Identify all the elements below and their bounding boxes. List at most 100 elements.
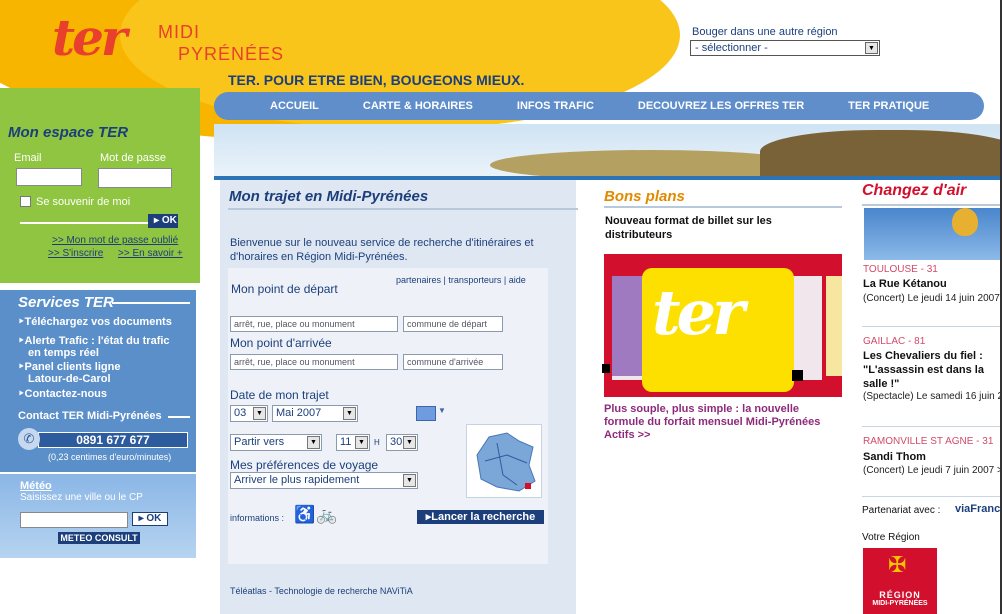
region-select-value: - sélectionner - bbox=[695, 42, 768, 54]
search-button-label: Lancer la recherche bbox=[431, 511, 536, 523]
preferences-label: Mes préférences de voyage bbox=[230, 458, 379, 472]
bons-plans-headline: Nouveau format de billet sur les distrib… bbox=[605, 215, 772, 241]
partner-links[interactable]: partenaires | transporteurs | aide bbox=[396, 275, 526, 285]
divider bbox=[168, 416, 190, 418]
more-info-link[interactable]: >> En savoir + bbox=[118, 248, 183, 259]
event-desc[interactable]: (Spectacle) Le samedi 16 juin 2007 >> bbox=[863, 390, 1000, 403]
preferences-select[interactable]: Arriver le plus rapidement ▼ bbox=[230, 472, 418, 489]
arrival-address-input[interactable]: arrêt, rue, place ou monument bbox=[230, 354, 398, 370]
event-title[interactable]: Les Chevaliers du fiel : "L'assassin est… bbox=[863, 349, 1000, 391]
event-title[interactable]: La Rue Kétanou bbox=[863, 277, 1000, 291]
nav-offres-ter[interactable]: DECOUVREZ LES OFFRES TER bbox=[638, 100, 804, 112]
meteo-ok-button[interactable]: ▸ OK bbox=[132, 512, 168, 526]
service-link-documents[interactable]: ‣Téléchargez vos documents bbox=[18, 316, 172, 328]
logo-midi: MIDI bbox=[158, 22, 200, 42]
espace-title: Mon espace TER bbox=[8, 124, 129, 141]
departure-commune-input[interactable]: commune de départ bbox=[403, 316, 503, 332]
viafrance-logo[interactable]: viaFrance bbox=[955, 503, 1000, 515]
service-link-alerte[interactable]: ‣Alerte Trafic : l'état du trafic bbox=[18, 335, 170, 347]
event-title[interactable]: Sandi Thom bbox=[863, 450, 1000, 464]
date-label: Date de mon trajet bbox=[230, 388, 329, 402]
partner-label: Partenariat avec : bbox=[862, 505, 941, 516]
contact-title: Contact TER Midi-Pyrénées bbox=[18, 410, 162, 422]
chevron-down-icon[interactable]: ▼ bbox=[438, 406, 446, 415]
month-select[interactable]: Mai 2007 ▼ bbox=[272, 405, 358, 422]
meteo-title[interactable]: Météo bbox=[20, 480, 52, 492]
chevron-down-icon: ▼ bbox=[865, 42, 878, 54]
chevron-down-icon: ▼ bbox=[355, 436, 368, 449]
login-ok-button[interactable]: ▸ OK bbox=[148, 214, 178, 228]
service-link-panel[interactable]: ‣Panel clients ligne bbox=[18, 361, 120, 373]
changez-air-title: Changez d'air bbox=[862, 182, 967, 199]
region-map[interactable] bbox=[466, 424, 542, 498]
divider bbox=[862, 496, 1000, 497]
minutes-select[interactable]: 30 ▼ bbox=[386, 434, 418, 451]
service-link-contact[interactable]: ‣Contactez-nous bbox=[18, 388, 107, 400]
service-link-label: Téléchargez vos documents bbox=[24, 316, 172, 328]
nav-accueil[interactable]: ACCUEIL bbox=[270, 100, 319, 112]
region-logo-text: RÉGION bbox=[879, 590, 921, 600]
event-city[interactable]: GAILLAC - 81 bbox=[863, 336, 925, 347]
ticket-stripe-right bbox=[826, 276, 842, 376]
minutes-value: 30 bbox=[390, 436, 403, 448]
map-icon bbox=[476, 432, 536, 492]
email-field[interactable] bbox=[16, 168, 82, 186]
time-mode-select[interactable]: Partir vers ▼ bbox=[230, 434, 322, 451]
banner-grass bbox=[760, 130, 1000, 178]
votre-region-label: Votre Région bbox=[862, 532, 920, 543]
nav-infos-trafic[interactable]: INFOS TRAFIC bbox=[517, 100, 594, 112]
month-value: Mai 2007 bbox=[276, 407, 322, 419]
chevron-down-icon: ▼ bbox=[253, 407, 266, 420]
password-field[interactable] bbox=[98, 168, 172, 188]
main-nav: ACCUEIL CARTE & HORAIRES INFOS TRAFIC DE… bbox=[214, 92, 984, 120]
forgot-password-link[interactable]: >> Mon mot de passe oublié bbox=[52, 235, 178, 246]
nav-carte-horaires[interactable]: CARTE & HORAIRES bbox=[363, 100, 473, 112]
service-link-panel-2[interactable]: Latour-de-Carol bbox=[28, 373, 111, 385]
region-logo-text-2: MIDI-PYRÉNÉES bbox=[872, 600, 928, 607]
divider bbox=[228, 208, 578, 210]
search-button[interactable]: ▸Lancer la recherche bbox=[417, 510, 544, 524]
ter-logo[interactable]: ter bbox=[52, 8, 127, 67]
chevron-down-icon: ▼ bbox=[403, 436, 416, 449]
navitia-footer[interactable]: Téléatlas - Technologie de recherche NAV… bbox=[230, 586, 413, 596]
hour-select[interactable]: 11 ▼ bbox=[336, 434, 370, 451]
bicycle-icon[interactable]: 🚲 bbox=[316, 505, 337, 525]
ticket-mark bbox=[792, 370, 803, 381]
arrival-label: Mon point d'arrivée bbox=[230, 336, 332, 350]
region-label: Bouger dans une autre région bbox=[692, 26, 838, 38]
region-select[interactable]: - sélectionner - ▼ bbox=[690, 40, 880, 56]
ticket-stripe bbox=[612, 276, 646, 376]
day-select[interactable]: 03 ▼ bbox=[230, 405, 268, 422]
calendar-icon[interactable] bbox=[416, 406, 436, 421]
wheelchair-icon[interactable]: ♿ bbox=[294, 505, 315, 525]
slogan: TER. POUR ETRE BIEN, BOUGEONS MIEUX. bbox=[228, 72, 525, 88]
event-desc[interactable]: (Concert) Le jeudi 7 juin 2007 >> bbox=[863, 464, 1000, 477]
meteo-consult-logo[interactable]: METEO CONSULT bbox=[58, 532, 140, 544]
service-link-alerte-2[interactable]: en temps réel bbox=[28, 347, 99, 359]
trajet-title: Mon trajet en Midi-Pyrénées bbox=[229, 188, 429, 205]
arrival-commune-input[interactable]: commune d'arrivée bbox=[403, 354, 503, 370]
services-title: Services TER bbox=[18, 294, 114, 311]
service-link-label: Panel clients ligne bbox=[24, 361, 121, 373]
event-city[interactable]: RAMONVILLE ST AGNE - 31 bbox=[863, 436, 993, 447]
meteo-city-input[interactable] bbox=[20, 512, 128, 528]
occitan-cross-icon: ✠ bbox=[888, 552, 907, 577]
preferences-value: Arriver le plus rapidement bbox=[234, 474, 360, 486]
divider bbox=[862, 204, 1000, 206]
page: ter MIDI PYRÉNÉES TER. POUR ETRE BIEN, B… bbox=[0, 0, 1002, 614]
password-label: Mot de passe bbox=[100, 152, 167, 164]
event-city[interactable]: TOULOUSE - 31 bbox=[863, 264, 938, 275]
phone-cost: (0,23 centimes d'euro/minutes) bbox=[48, 452, 172, 462]
nav-ter-pratique[interactable]: TER PRATIQUE bbox=[848, 100, 929, 112]
service-link-label: Contactez-nous bbox=[24, 388, 108, 400]
hour-separator: H bbox=[374, 438, 380, 447]
signup-link[interactable]: >> S'inscrire bbox=[48, 248, 103, 259]
bons-plans-title: Bons plans bbox=[604, 188, 685, 205]
departure-address-input[interactable]: arrêt, rue, place ou monument bbox=[230, 316, 398, 332]
bons-plans-link[interactable]: Plus souple, plus simple : la nouvelle f… bbox=[604, 403, 842, 442]
divider bbox=[862, 426, 1000, 427]
chevron-down-icon: ▼ bbox=[307, 436, 320, 449]
event-desc[interactable]: (Concert) Le jeudi 14 juin 2007 >> bbox=[863, 292, 1000, 305]
remember-checkbox[interactable] bbox=[20, 196, 31, 207]
ticket-mark bbox=[602, 364, 610, 373]
